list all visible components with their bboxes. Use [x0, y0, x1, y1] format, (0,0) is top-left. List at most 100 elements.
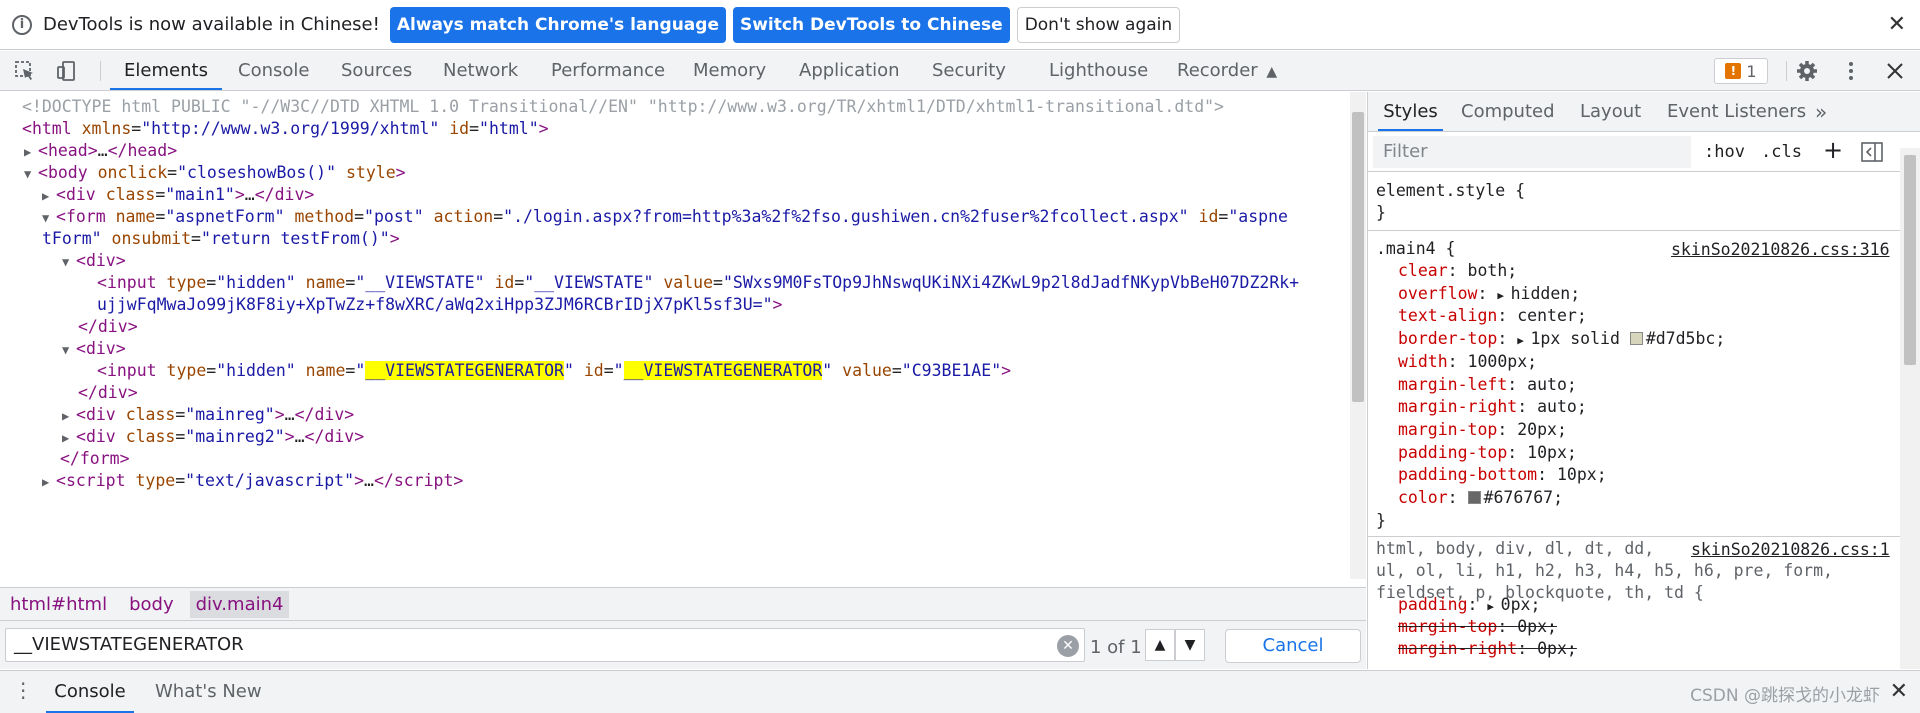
css-property[interactable]: padding: ▶ 0px;	[1398, 594, 1540, 618]
tab-recorder[interactable]: Recorder ▲	[1177, 51, 1277, 90]
css-property-value[interactable]: 20px;	[1517, 420, 1567, 439]
search-previous-button[interactable]: ▲	[1145, 629, 1175, 661]
css-property[interactable]: margin-left: auto;	[1398, 374, 1577, 396]
inspect-element-icon[interactable]	[14, 60, 36, 82]
close-devtools-icon[interactable]	[1884, 60, 1906, 82]
dom-div-node[interactable]: ▼ <div>	[62, 250, 126, 273]
breadcrumb-div-main4[interactable]: div.main4	[189, 590, 290, 618]
css-property-name[interactable]: border-top	[1398, 329, 1497, 348]
more-tabs-chevron-icon[interactable]: »	[1815, 92, 1827, 131]
collapse-arrow-icon[interactable]: ▼	[62, 251, 76, 273]
css-property-value[interactable]: center;	[1517, 306, 1587, 325]
tab-computed[interactable]: Computed	[1461, 92, 1555, 131]
css-property-value[interactable]: auto;	[1537, 397, 1587, 416]
css-property-value[interactable]: 1000px;	[1468, 352, 1538, 371]
expand-arrow-icon[interactable]: ▶	[62, 405, 76, 427]
more-options-icon[interactable]	[1840, 60, 1862, 82]
tab-lighthouse[interactable]: Lighthouse	[1049, 51, 1148, 90]
color-swatch[interactable]	[1629, 332, 1643, 346]
close-drawer-icon[interactable]: ✕	[1890, 679, 1908, 704]
css-property-name[interactable]: margin-left	[1398, 375, 1507, 394]
css-property[interactable]: margin-top: 0px;	[1398, 616, 1557, 638]
tab-security[interactable]: Security	[932, 51, 1006, 90]
collapse-arrow-icon[interactable]: ▼	[42, 207, 56, 229]
dom-body-node[interactable]: ▼ <body onclick="closeshowBos()" style>	[24, 162, 406, 185]
tab-console[interactable]: Console	[238, 51, 309, 90]
dom-input-vsgenerator[interactable]: <input type="hidden" name="__VIEWSTATEGE…	[97, 360, 1011, 382]
color-value[interactable]: #676767;	[1484, 488, 1563, 507]
dom-head-node[interactable]: ▶ <head>…</head>	[24, 140, 177, 163]
main4-selector[interactable]: .main4 {	[1376, 238, 1455, 260]
dom-div-node-2[interactable]: ▼ <div>	[62, 338, 126, 361]
dom-form-close[interactable]: </form>	[60, 448, 130, 470]
toggle-hover-state-button[interactable]: :hov	[1704, 142, 1745, 162]
css-property-name[interactable]: padding-bottom	[1398, 465, 1537, 484]
element-style-selector[interactable]: element.style {	[1376, 180, 1525, 202]
css-property-value[interactable]: 0px;	[1537, 639, 1577, 658]
dont-show-again-button[interactable]: Don't show again	[1016, 6, 1181, 43]
gear-icon[interactable]	[1796, 60, 1818, 82]
css-property-value[interactable]: 10px;	[1557, 465, 1607, 484]
color-value[interactable]: #d7d5bc;	[1646, 329, 1725, 348]
issues-counter-button[interactable]: ! 1	[1714, 58, 1768, 84]
dom-doctype[interactable]: <!DOCTYPE html PUBLIC "-//W3C//DTD XHTML…	[22, 96, 1224, 118]
css-property[interactable]: margin-top: 20px;	[1398, 419, 1567, 441]
tab-application[interactable]: Application	[799, 51, 900, 90]
dom-input-viewstate-cont[interactable]: ujjwFqMwaJo99jK8F8iy+XpTwZz+f8wXRC/aWq2x…	[97, 294, 782, 316]
css-property-value[interactable]: hidden;	[1511, 284, 1581, 303]
css-property[interactable]: margin-right: auto;	[1398, 396, 1587, 418]
css-property[interactable]: margin-right: 0px;	[1398, 638, 1577, 660]
dom-input-viewstate[interactable]: <input type="hidden" name="__VIEWSTATE" …	[97, 272, 1299, 294]
drawer-tab-console[interactable]: Console	[46, 671, 134, 713]
tab-event-listeners[interactable]: Event Listeners	[1667, 92, 1806, 131]
new-style-rule-icon[interactable]: +	[1823, 136, 1843, 164]
css-property[interactable]: text-align: center;	[1398, 305, 1587, 327]
css-property[interactable]: overflow: ▶ hidden;	[1398, 283, 1580, 307]
css-property-name[interactable]: padding	[1398, 595, 1468, 614]
always-match-language-button[interactable]: Always match Chrome's language	[389, 6, 726, 43]
dom-script-node[interactable]: ▶ <script type="text/javascript">…</scrip…	[42, 470, 463, 493]
reset-selector-line-2[interactable]: ul, ol, li, h1, h2, h3, h4, h5, h6, pre,…	[1376, 560, 1833, 582]
elements-scrollbar-thumb[interactable]	[1352, 112, 1364, 402]
css-property[interactable]: border-top: ▶ 1px solid #d7d5bc;	[1398, 328, 1725, 352]
css-property-name[interactable]: clear	[1398, 261, 1448, 280]
dom-form-node[interactable]: ▼ <form name="aspnetForm" method="post" a…	[42, 206, 1288, 229]
css-property[interactable]: clear: both;	[1398, 260, 1517, 282]
expand-shorthand-icon[interactable]: ▶	[1517, 334, 1530, 347]
tab-elements[interactable]: Elements	[110, 51, 222, 90]
expand-arrow-icon[interactable]: ▶	[42, 185, 56, 207]
css-property-name[interactable]: margin-right	[1398, 639, 1517, 658]
search-cancel-button[interactable]: Cancel	[1225, 629, 1361, 663]
dom-div-main1[interactable]: ▶ <div class="main1">…</div>	[42, 184, 314, 207]
collapse-arrow-icon[interactable]: ▼	[24, 163, 38, 185]
css-property-name[interactable]: margin-top	[1398, 617, 1497, 636]
breadcrumb-html[interactable]: html#html	[10, 594, 107, 615]
collapse-arrow-icon[interactable]: ▼	[62, 339, 76, 361]
toggle-computed-sidebar-icon[interactable]	[1861, 142, 1883, 162]
css-property-value[interactable]: both;	[1468, 261, 1518, 280]
css-property-value[interactable]: 0px;	[1501, 595, 1541, 614]
dom-div-close-2[interactable]: </div>	[78, 382, 138, 404]
dom-search-input[interactable]: __VIEWSTATEGENERATOR	[5, 628, 1085, 662]
css-property-name[interactable]: margin-right	[1398, 397, 1517, 416]
clear-search-icon[interactable]: ✕	[1057, 635, 1079, 657]
dom-html-node[interactable]: <html xmlns="http://www.w3.org/1999/xhtm…	[22, 118, 549, 140]
css-property-value[interactable]: 1px solid	[1530, 329, 1629, 348]
breadcrumb-body[interactable]: body	[129, 594, 174, 615]
tab-sources[interactable]: Sources	[341, 51, 412, 90]
css-property[interactable]: padding-top: 10px;	[1398, 442, 1577, 464]
css-property-name[interactable]: width	[1398, 352, 1448, 371]
styles-filter-input[interactable]: Filter	[1373, 136, 1691, 168]
switch-to-chinese-button[interactable]: Switch DevTools to Chinese	[732, 6, 1010, 43]
css-property-name[interactable]: text-align	[1398, 306, 1497, 325]
tab-network[interactable]: Network	[443, 51, 518, 90]
color-swatch[interactable]	[1467, 491, 1481, 504]
css-property[interactable]: width: 1000px;	[1398, 351, 1537, 373]
styles-scrollbar-thumb[interactable]	[1904, 155, 1916, 365]
expand-arrow-icon[interactable]: ▶	[42, 471, 56, 493]
css-property-value[interactable]: 0px;	[1517, 617, 1557, 636]
css-property-name[interactable]: margin-top	[1398, 420, 1497, 439]
css-property-value[interactable]: auto;	[1527, 375, 1577, 394]
dom-div-mainreg2[interactable]: ▶ <div class="mainreg2">…</div>	[62, 426, 364, 449]
tab-performance[interactable]: Performance	[551, 51, 665, 90]
